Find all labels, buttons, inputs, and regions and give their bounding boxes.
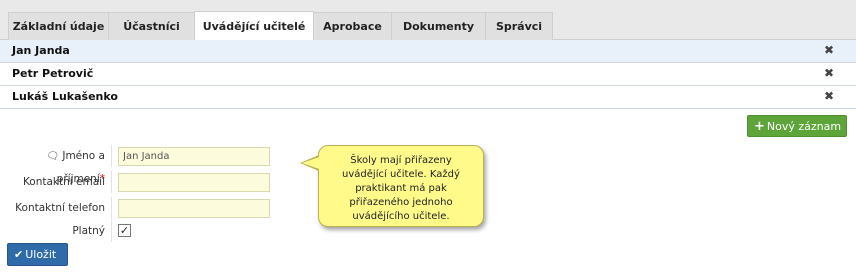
delete-icon[interactable]: ✖	[824, 89, 834, 103]
new-record-label: Nový záznam	[766, 120, 842, 133]
valid-checkbox[interactable]: ✓	[118, 224, 131, 237]
comment-icon: 🗨	[46, 151, 60, 162]
tab-participants[interactable]: Účastníci	[108, 12, 195, 40]
teacher-name: Jan Janda	[12, 44, 70, 57]
delete-icon[interactable]: ✖	[824, 66, 834, 80]
tooltip-arrow-fill	[302, 157, 319, 169]
name-label: 🗨 Jméno a příjmení*	[0, 145, 112, 185]
new-record-button[interactable]: + Nový záznam	[747, 115, 847, 137]
plus-icon: +	[754, 119, 765, 134]
teacher-name: Petr Petrovič	[12, 67, 94, 80]
email-label: Kontaktní email	[0, 171, 112, 193]
phone-label: Kontaktní telefon	[0, 197, 112, 219]
tab-basic-info[interactable]: Základní údaje	[8, 12, 109, 40]
valid-label: Platný	[0, 220, 112, 242]
tab-approbation[interactable]: Aprobace	[313, 12, 392, 40]
list-item[interactable]: Lukáš Lukašenko ✖	[0, 86, 856, 109]
email-field[interactable]	[118, 173, 270, 192]
check-icon: ✔	[14, 248, 24, 261]
delete-icon[interactable]: ✖	[824, 43, 834, 57]
phone-field[interactable]	[118, 199, 270, 218]
list-item[interactable]: Petr Petrovič ✖	[0, 63, 856, 86]
tab-bar: Základní údaje Účastníci Uvádějící učite…	[0, 0, 856, 41]
tab-introducing-teachers[interactable]: Uvádějící učitelé	[194, 11, 314, 41]
teacher-name: Lukáš Lukašenko	[12, 90, 118, 103]
save-label: Uložit	[25, 248, 57, 261]
tab-administrators[interactable]: Správci	[485, 12, 553, 40]
save-button[interactable]: ✔ Uložit	[7, 243, 68, 266]
name-field[interactable]	[118, 147, 270, 166]
help-tooltip: Školy mají přiřazeny uvádějící učitele. …	[318, 145, 484, 227]
tab-documents[interactable]: Dokumenty	[391, 12, 486, 40]
list-item[interactable]: Jan Janda ✖	[0, 40, 856, 63]
